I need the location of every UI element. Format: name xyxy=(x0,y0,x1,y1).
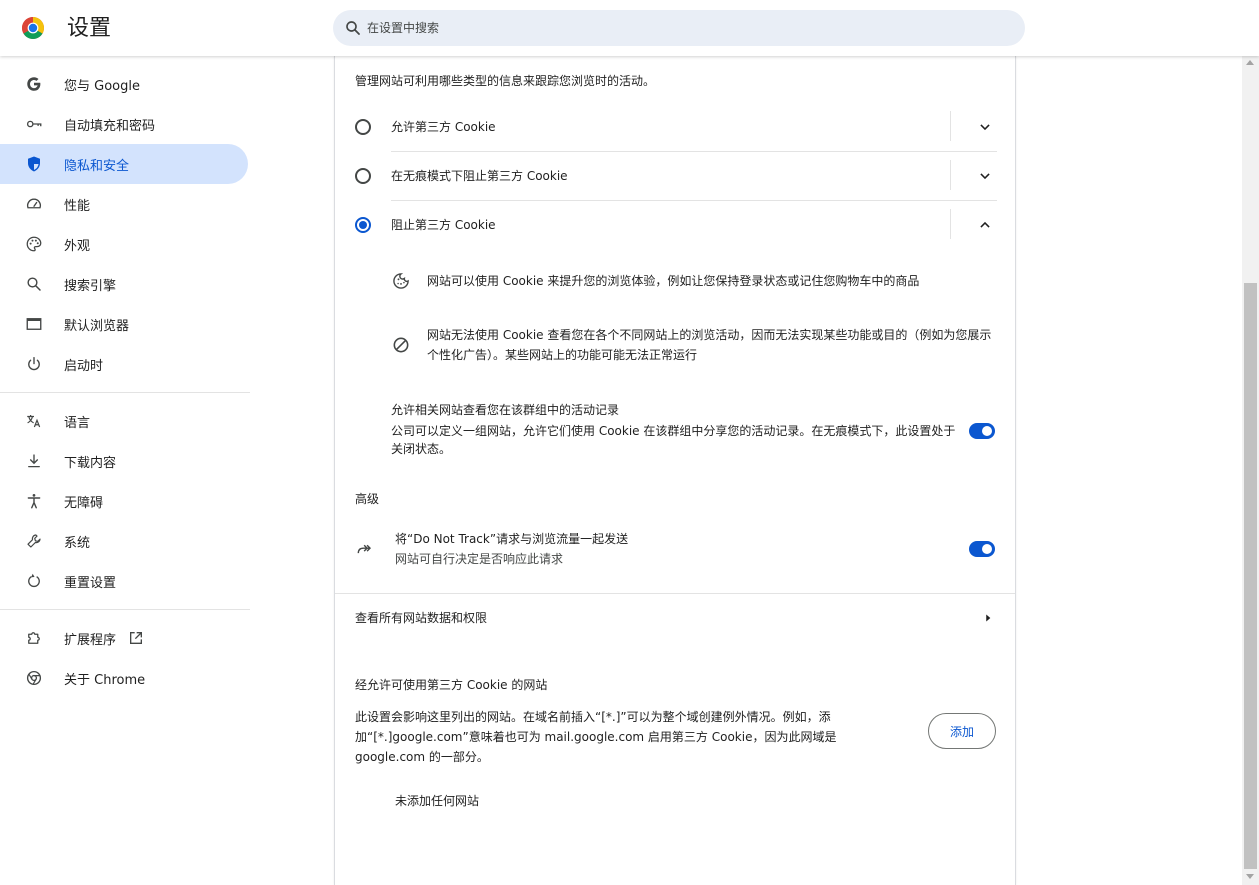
add-site-button[interactable]: 添加 xyxy=(928,713,996,749)
key-icon xyxy=(24,114,44,134)
sidebar-item-autofill[interactable]: 自动填充和密码 xyxy=(0,104,248,144)
sidebar-item-label: 无障碍 xyxy=(64,495,104,511)
palette-icon xyxy=(24,234,44,254)
advanced-heading: 高级 xyxy=(355,492,380,506)
sidebar-item-downloads[interactable]: 下载内容 xyxy=(0,441,248,481)
sidebar-item-languages[interactable]: 语言 xyxy=(0,401,248,441)
block-icon xyxy=(393,337,409,353)
sidebar-item-about-chrome[interactable]: 关于 Chrome xyxy=(0,658,248,698)
sidebar-item-label: 语言 xyxy=(64,415,91,431)
sidebar-item-label: 启动时 xyxy=(64,358,104,374)
sidebar: 您与 Google 自动填充和密码 隐私和安全 性能 外观 搜索引擎 默认浏览器… xyxy=(0,64,250,698)
cookie-icon xyxy=(393,273,409,289)
scroll-down-arrow[interactable] xyxy=(1246,874,1254,879)
vertical-divider xyxy=(950,111,951,141)
related-sites-title: 允许相关网站查看您在该群组中的活动记录 xyxy=(391,403,620,417)
collapse-button[interactable] xyxy=(975,215,995,235)
settings-panel: 管理网站可利用哪些类型的信息来跟踪您浏览时的活动。 允许第三方 Cookie 在… xyxy=(334,56,1016,885)
empty-list-text: 未添加任何网站 xyxy=(395,794,480,808)
sidebar-item-appearance[interactable]: 外观 xyxy=(0,224,248,264)
sidebar-divider xyxy=(0,392,250,393)
sidebar-item-reset[interactable]: 重置设置 xyxy=(0,561,248,601)
chrome-logo-icon xyxy=(22,17,44,39)
page-scrollbar[interactable] xyxy=(1242,56,1259,885)
radio-button-checked[interactable] xyxy=(355,217,371,233)
sidebar-item-search-engine[interactable]: 搜索引擎 xyxy=(0,264,248,304)
sidebar-item-system[interactable]: 系统 xyxy=(0,521,248,561)
sidebar-item-on-startup[interactable]: 启动时 xyxy=(0,344,248,384)
sidebar-item-label: 搜索引擎 xyxy=(64,278,117,294)
radio-button[interactable] xyxy=(355,168,371,184)
related-sites-subtitle: 公司可以定义一组网站，允许它们使用 Cookie 在该群组中分享您的活动记录。在… xyxy=(391,424,956,456)
sidebar-item-default-browser[interactable]: 默认浏览器 xyxy=(0,304,248,344)
cookie-option-block[interactable]: 阻止第三方 Cookie xyxy=(355,201,997,250)
dnt-toggle[interactable] xyxy=(969,541,995,557)
sidebar-item-you-and-google[interactable]: 您与 Google xyxy=(0,64,248,104)
sidebar-item-label: 默认浏览器 xyxy=(64,318,130,334)
google-g-icon xyxy=(24,74,44,94)
cookie-option-block-incognito[interactable]: 在无痕模式下阻止第三方 Cookie xyxy=(355,152,997,201)
radio-label: 在无痕模式下阻止第三方 Cookie xyxy=(391,169,568,183)
translate-icon xyxy=(24,411,44,431)
sidebar-item-performance[interactable]: 性能 xyxy=(0,184,248,224)
sidebar-item-extensions[interactable]: 扩展程序 xyxy=(0,618,248,658)
site-data-label: 查看所有网站数据和权限 xyxy=(355,611,488,625)
sidebar-item-label: 您与 Google xyxy=(64,78,140,94)
sidebar-item-label: 自动填充和密码 xyxy=(64,118,156,134)
extension-puzzle-icon xyxy=(24,628,44,648)
chevron-up-icon xyxy=(980,221,990,228)
sidebar-item-label: 性能 xyxy=(64,198,91,214)
sidebar-item-accessibility[interactable]: 无障碍 xyxy=(0,481,248,521)
section-intro: 管理网站可利用哪些类型的信息来跟踪您浏览时的活动。 xyxy=(355,74,656,88)
sidebar-item-label: 隐私和安全 xyxy=(64,158,130,174)
sidebar-item-label: 扩展程序 xyxy=(64,632,117,648)
dnt-title: 将“Do Not Track”请求与浏览流量一起发送 xyxy=(395,532,629,546)
open-in-new-icon xyxy=(130,632,143,644)
scroll-thumb[interactable] xyxy=(1244,283,1257,869)
chevron-down-icon xyxy=(980,173,990,180)
search-icon xyxy=(24,274,44,294)
forward-arrows-icon xyxy=(357,544,372,554)
radio-label: 允许第三方 Cookie xyxy=(391,120,496,134)
allowed-sites-heading: 经允许可使用第三方 Cookie 的网站 xyxy=(355,678,548,692)
page-title: 设置 xyxy=(67,16,112,41)
related-sites-toggle[interactable] xyxy=(969,423,995,439)
site-data-row[interactable]: 查看所有网站数据和权限 xyxy=(335,594,1015,642)
reset-icon xyxy=(24,571,44,591)
browser-window-icon xyxy=(24,314,44,334)
radio-label: 阻止第三方 Cookie xyxy=(391,218,496,232)
chrome-icon xyxy=(24,668,44,688)
cookie-option-allow[interactable]: 允许第三方 Cookie xyxy=(355,103,997,152)
dnt-subtitle: 网站可自行决定是否响应此请求 xyxy=(395,552,564,566)
arrow-right-icon xyxy=(986,614,991,622)
sidebar-item-privacy[interactable]: 隐私和安全 xyxy=(0,144,248,184)
allowed-sites-description: 此设置会影响这里列出的网站。在域名前插入“[*.]”可以为整个域创建例外情况。例… xyxy=(355,710,837,764)
expand-button[interactable] xyxy=(975,166,995,186)
chevron-down-icon xyxy=(980,124,990,131)
power-icon xyxy=(24,354,44,374)
scroll-up-arrow[interactable] xyxy=(1246,60,1254,65)
shield-icon xyxy=(24,154,44,174)
search-box[interactable] xyxy=(333,10,1025,46)
sidebar-item-label: 重置设置 xyxy=(64,575,117,591)
sidebar-item-label: 下载内容 xyxy=(64,455,117,471)
search-input[interactable] xyxy=(367,10,1007,46)
sidebar-item-label: 关于 Chrome xyxy=(64,672,146,688)
sidebar-item-label: 外观 xyxy=(64,238,91,254)
search-icon xyxy=(346,21,360,35)
speedometer-icon xyxy=(24,194,44,214)
download-icon xyxy=(24,451,44,471)
detail-text: 网站可以使用 Cookie 来提升您的浏览体验，例如让您保持登录状态或记住您购物… xyxy=(427,274,920,288)
sidebar-item-label: 系统 xyxy=(64,535,91,551)
wrench-icon xyxy=(24,531,44,551)
vertical-divider xyxy=(950,160,951,190)
top-header: 设置 xyxy=(0,0,1259,56)
expand-button[interactable] xyxy=(975,117,995,137)
detail-text: 网站无法使用 Cookie 查看您在各个不同网站上的浏览活动，因而无法实现某些功… xyxy=(427,328,992,362)
vertical-divider xyxy=(950,209,951,239)
accessibility-icon xyxy=(24,491,44,511)
radio-button[interactable] xyxy=(355,119,371,135)
sidebar-divider xyxy=(0,609,250,610)
